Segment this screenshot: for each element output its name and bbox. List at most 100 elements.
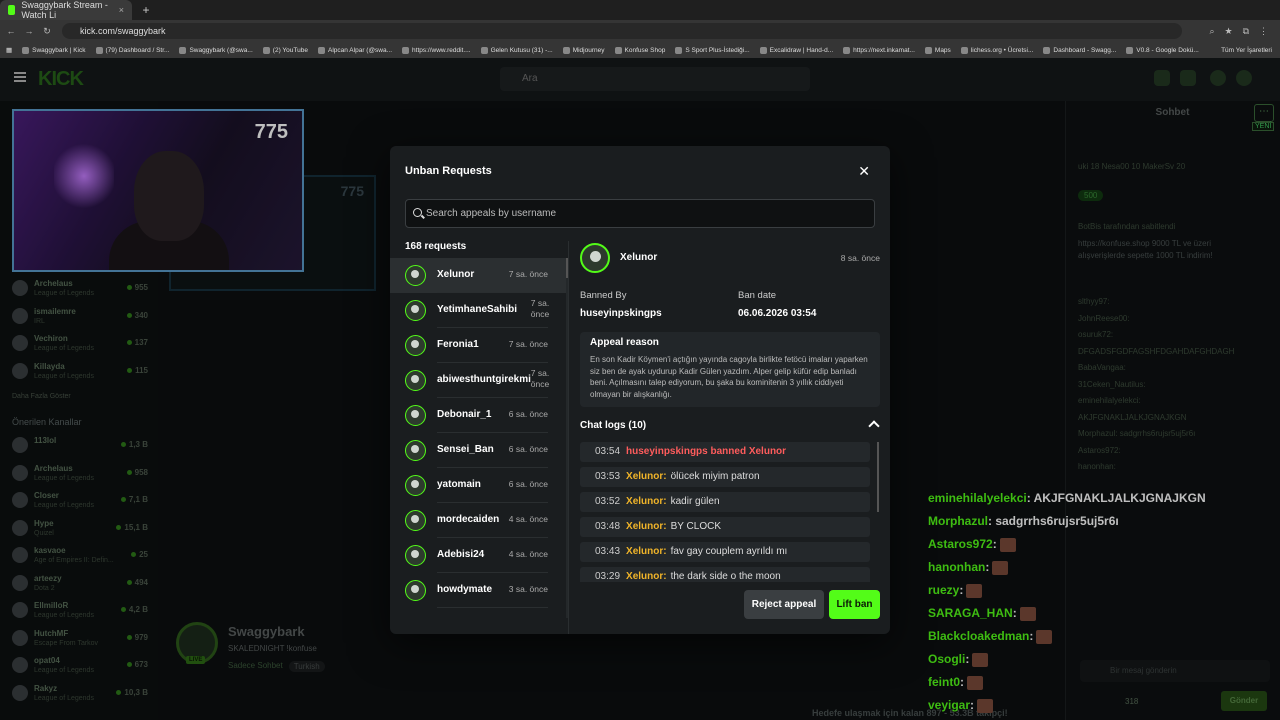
request-row[interactable]: Sensei_Ban 6 sa. önce bbox=[390, 433, 566, 468]
overlay-chat-user[interactable]: Morphazul bbox=[928, 514, 988, 528]
sidebar-channel[interactable]: Rakyz League of Legends 10,3 B bbox=[12, 683, 152, 707]
bookmark-item[interactable]: Swaggybark (@swa... bbox=[179, 46, 253, 54]
overlay-chat-user[interactable]: eminehilalyelekci bbox=[928, 491, 1027, 505]
reload-icon[interactable]: ↻ bbox=[40, 26, 54, 37]
request-row[interactable]: Adebisi24 4 sa. önce bbox=[390, 538, 566, 573]
browser-tab[interactable]: Swaggybark Stream - Watch Li × bbox=[0, 0, 132, 20]
log-time: 03:53 bbox=[595, 471, 621, 482]
sidebar-channel[interactable]: Archelaus League of Legends 955 bbox=[12, 278, 152, 302]
notifications-icon[interactable] bbox=[1210, 70, 1226, 86]
bookmark-item[interactable]: Konfuse Shop bbox=[614, 46, 665, 54]
bookmark-item[interactable]: (79) Dashboard / Str... bbox=[95, 46, 169, 54]
bookmark-item[interactable]: lichess.org • Ücretsi... bbox=[960, 46, 1033, 54]
sidebar-channel[interactable]: Closer League of Legends 7,1 B bbox=[12, 490, 152, 514]
log-message: kadir gülen bbox=[670, 496, 720, 507]
tab-title: Swaggybark Stream - Watch Li bbox=[21, 0, 108, 20]
new-tab-button[interactable]: + bbox=[138, 2, 154, 18]
request-row[interactable]: yatomain 6 sa. önce bbox=[390, 468, 566, 503]
bookmark-item[interactable]: https://next.inkamat... bbox=[843, 46, 915, 54]
bookmark-item[interactable]: https://www.reddit.... bbox=[402, 46, 471, 54]
sidebar-channel[interactable]: Vechiron League of Legends 137 bbox=[12, 333, 152, 357]
log-user: Xelunor: bbox=[626, 546, 667, 557]
user-avatar bbox=[405, 265, 426, 286]
close-tab-icon[interactable]: × bbox=[119, 5, 124, 15]
close-icon[interactable]: ✕ bbox=[858, 163, 870, 180]
chat-logs-header[interactable]: Chat logs (10) bbox=[580, 420, 646, 431]
forward-icon[interactable]: → bbox=[22, 26, 36, 36]
bookmark-label: (2) YouTube bbox=[272, 46, 308, 54]
request-row[interactable]: howdymate 3 sa. önce bbox=[390, 573, 566, 608]
bookmark-item[interactable]: S Sport Plus-İstediği... bbox=[675, 46, 750, 54]
sidebar-channel[interactable]: opat04 League of Legends 673 bbox=[12, 655, 152, 679]
overlay-chat-user[interactable]: hanonhan bbox=[928, 560, 985, 574]
extensions-icon[interactable]: ⧉ bbox=[1243, 26, 1249, 37]
star-icon[interactable]: ★ bbox=[1224, 26, 1232, 37]
bookmark-item[interactable]: Swaggybark | Kick bbox=[22, 46, 86, 54]
overlay-chat-user[interactable]: Osogli bbox=[928, 652, 965, 666]
sidebar-channel[interactable]: Archelaus League of Legends 958 bbox=[12, 463, 152, 487]
site-search-input[interactable]: Ara bbox=[500, 67, 810, 91]
overlay-chat-line: ruezy: bbox=[928, 583, 983, 598]
tag-chat-only[interactable]: Sadece Sohbet bbox=[228, 661, 283, 672]
request-row[interactable]: Debonair_1 6 sa. önce bbox=[390, 398, 566, 433]
sidebar-channel[interactable]: Killayda League of Legends 115 bbox=[12, 361, 152, 385]
bookmark-item[interactable]: V0.8 - Google Dokü... bbox=[1126, 46, 1199, 54]
overlay-chat-user[interactable]: Blackcloakedman bbox=[928, 629, 1029, 643]
channel-viewers: 10,3 B bbox=[116, 688, 148, 697]
chat-input[interactable]: Bir mesaj gönderin bbox=[1080, 660, 1270, 682]
tag-language[interactable]: Turkish bbox=[288, 661, 325, 672]
sidebar-channel[interactable]: 113lol 1,3 B bbox=[12, 435, 152, 459]
sidebar-channel[interactable]: EllmilloR League of Legends 4,2 B bbox=[12, 600, 152, 624]
all-bookmarks-button[interactable]: Tüm Yer İşaretleri bbox=[1221, 47, 1272, 54]
apps-icon[interactable]: ▦ bbox=[6, 46, 12, 54]
url-field[interactable]: kick.com/swaggybark bbox=[62, 23, 1182, 39]
emote-image bbox=[966, 583, 983, 598]
sidebar-channel[interactable]: kasvaoe Age of Empires II: Defin... 25 bbox=[12, 545, 152, 569]
bookmark-item[interactable]: Alpcan Alpar (@swa... bbox=[317, 46, 392, 54]
bookmark-item[interactable]: Midjourney bbox=[562, 46, 605, 54]
creator-icon[interactable] bbox=[1180, 70, 1196, 86]
sidebar-channel[interactable]: Hype Quizel 15,1 B bbox=[12, 518, 152, 542]
send-button[interactable]: Gönder bbox=[1221, 691, 1267, 711]
back-icon[interactable]: ← bbox=[4, 26, 18, 36]
request-row[interactable]: mordecaiden 4 sa. önce bbox=[390, 503, 566, 538]
bookmark-item[interactable]: Dashboard - Swagg... bbox=[1043, 46, 1116, 54]
dashboard-icon[interactable] bbox=[1154, 70, 1170, 86]
overlay-chat-user[interactable]: veyigar bbox=[928, 698, 970, 712]
bookmark-label: Gelen Kutusu (31) -... bbox=[490, 46, 553, 54]
overlay-chat-user[interactable]: feint0 bbox=[928, 675, 960, 689]
bookmark-item[interactable]: Maps bbox=[924, 46, 951, 54]
log-user: Xelunor: bbox=[626, 496, 667, 507]
chevron-up-icon[interactable] bbox=[868, 420, 880, 432]
overlay-chat-user[interactable]: ruezy bbox=[928, 583, 959, 597]
request-row[interactable]: Xelunor 7 sa. önce bbox=[390, 258, 566, 293]
logs-scrollbar[interactable] bbox=[877, 442, 879, 512]
sidebar-channel[interactable]: ismailemre IRL 340 bbox=[12, 306, 152, 330]
menu-icon[interactable]: ⋮ bbox=[1259, 26, 1268, 37]
chat-options-button[interactable]: ⋯ bbox=[1254, 104, 1274, 122]
channel-avatar bbox=[12, 492, 28, 508]
emote-image bbox=[1019, 606, 1036, 621]
kick-logo[interactable]: KICK bbox=[38, 68, 84, 91]
zoom-icon[interactable]: ⌕ bbox=[1209, 26, 1214, 37]
reject-appeal-button[interactable]: Reject appeal bbox=[744, 590, 824, 619]
sidebar-channel[interactable]: arteezy Dota 2 494 bbox=[12, 573, 152, 597]
overlay-chat-user[interactable]: SARAGA_HAN bbox=[928, 606, 1013, 620]
user-avatar bbox=[405, 300, 426, 321]
bookmark-item[interactable]: Excalidraw | Hand-d... bbox=[759, 46, 833, 54]
pinned-message[interactable]: https://konfuse.shop 9000 TL ve üzeri al… bbox=[1078, 238, 1258, 262]
show-more-link[interactable]: Daha Fazla Göster bbox=[12, 393, 71, 400]
streamer-name[interactable]: Swaggybark bbox=[228, 624, 305, 639]
avatar[interactable] bbox=[1236, 70, 1252, 86]
lift-ban-button[interactable]: Lift ban bbox=[829, 590, 880, 619]
request-row[interactable]: abiwesthuntgirekmi 7 sa. önce bbox=[390, 363, 566, 398]
log-time: 03:43 bbox=[595, 546, 621, 557]
request-row[interactable]: Feronia1 7 sa. önce bbox=[390, 328, 566, 363]
bookmark-item[interactable]: Gelen Kutusu (31) -... bbox=[480, 46, 553, 54]
menu-hamburger-icon[interactable] bbox=[14, 72, 26, 82]
sidebar-channel[interactable]: HutchMF Escape From Tarkov 979 bbox=[12, 628, 152, 652]
appeal-search-input[interactable]: Search appeals by username bbox=[405, 199, 875, 228]
request-row[interactable]: YetimhaneSahibi 7 sa. önce bbox=[390, 293, 566, 328]
bookmark-item[interactable]: (2) YouTube bbox=[262, 46, 308, 54]
overlay-chat-user[interactable]: Astaros972 bbox=[928, 537, 993, 551]
